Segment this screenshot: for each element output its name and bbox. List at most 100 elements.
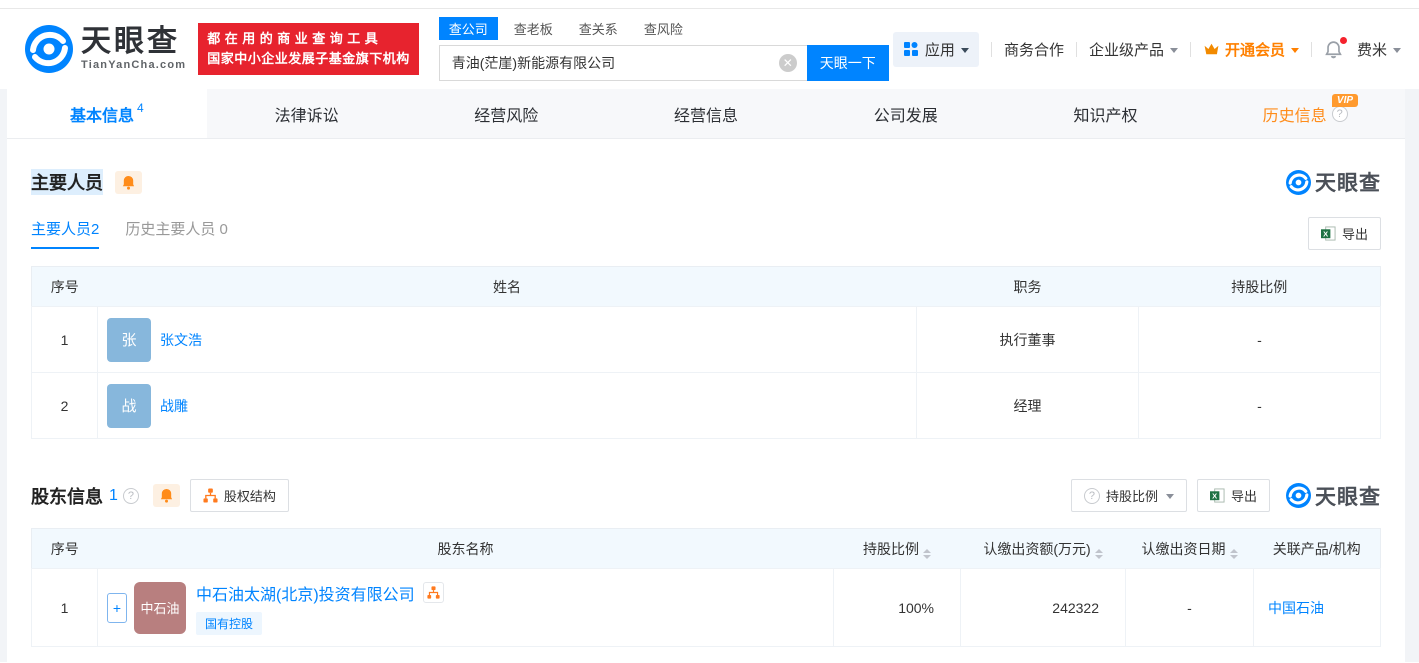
tab-label: 历史信息 bbox=[1262, 107, 1327, 125]
shareholders-table-header: 序号 股东名称 持股比例 认缴出资额(万元) 认缴出资日期 关联产品/机构 bbox=[31, 528, 1381, 569]
apps-label: 应用 bbox=[924, 41, 955, 59]
shareholder-text: 中石油太湖(北京)投资有限公司 国有控股 bbox=[196, 581, 444, 635]
eye-logo-icon bbox=[25, 25, 73, 73]
tab-basic-info[interactable]: 基本信息 4 bbox=[7, 89, 207, 138]
tab-company-development[interactable]: 公司发展 bbox=[806, 89, 1006, 138]
notification-dot bbox=[1339, 36, 1347, 44]
apps-menu[interactable]: 应用 bbox=[892, 31, 979, 67]
shareholder-date: - bbox=[1125, 568, 1254, 647]
logo-domain: TianYanCha.com bbox=[81, 59, 187, 71]
org-chart-icon bbox=[203, 488, 218, 503]
chevron-down-icon bbox=[1290, 47, 1299, 53]
separator bbox=[1189, 41, 1191, 57]
shareholder-amount: 242322 bbox=[960, 568, 1126, 647]
clear-icon[interactable]: ✕ bbox=[778, 54, 797, 72]
avatar: 中石油 bbox=[134, 581, 186, 634]
members-export-button[interactable]: X 导出 bbox=[1307, 217, 1381, 250]
col-amount-sortable[interactable]: 认缴出资额(万元) bbox=[960, 528, 1126, 569]
enterprise-label: 企业级产品 bbox=[1088, 41, 1164, 59]
members-subscribe-bell[interactable] bbox=[115, 170, 142, 194]
notifications-bell[interactable] bbox=[1324, 36, 1347, 59]
col-label: 认缴出资额(万元) bbox=[983, 540, 1091, 557]
tab-intellectual-property[interactable]: 知识产权 bbox=[1006, 89, 1206, 138]
col-name: 姓名 bbox=[97, 266, 917, 307]
tab-label: 法律诉讼 bbox=[274, 107, 339, 125]
state-owned-tag: 国有控股 bbox=[196, 611, 263, 635]
row-no: 2 bbox=[31, 372, 98, 439]
equity-structure-mini-button[interactable] bbox=[422, 582, 444, 603]
equity-structure-button[interactable]: 股权结构 bbox=[189, 479, 289, 512]
person-name-link[interactable]: 张文浩 bbox=[160, 330, 202, 350]
subtab-label: 主要人员 bbox=[31, 221, 92, 238]
export-label: 导出 bbox=[1341, 227, 1368, 242]
bell-icon bbox=[160, 488, 173, 503]
members-title-row: 主要人员 天眼查 bbox=[31, 167, 1381, 197]
related-product-cell: 中国石油 bbox=[1253, 568, 1381, 647]
col-related: 关联产品/机构 bbox=[1253, 528, 1381, 569]
nav-vip-upgrade[interactable]: 开通会员 bbox=[1203, 39, 1299, 60]
export-label: 导出 bbox=[1230, 489, 1257, 504]
tab-label: 公司发展 bbox=[873, 107, 938, 125]
ratio-dropdown-button[interactable]: ? 持股比例 bbox=[1070, 479, 1187, 512]
tab-operating-info[interactable]: 经营信息 bbox=[606, 89, 806, 138]
subtab-count: 2 bbox=[91, 221, 100, 238]
shareholder-name-link[interactable]: 中石油太湖(北京)投资有限公司 bbox=[196, 581, 415, 605]
row-no: 1 bbox=[31, 568, 98, 647]
table-row: 1 + 中石油 中石油太湖(北京)投资有限公司 国有控股 100% 242322… bbox=[31, 568, 1381, 647]
chevron-down-icon bbox=[960, 47, 969, 53]
subtab-count: 0 bbox=[219, 221, 228, 238]
structure-label: 股权结构 bbox=[223, 489, 276, 504]
help-icon[interactable]: ? bbox=[1331, 105, 1348, 122]
svg-text:X: X bbox=[1323, 229, 1328, 238]
tianyancha-logo[interactable]: 天眼查 TianYanCha.com bbox=[25, 25, 186, 73]
search-tab-company[interactable]: 查公司 bbox=[438, 17, 498, 40]
shareholders-export-button[interactable]: X 导出 bbox=[1196, 479, 1270, 512]
search-tabs: 查公司 查老板 查关系 查风险 bbox=[438, 17, 889, 40]
help-icon[interactable]: ? bbox=[122, 487, 139, 504]
members-table-header: 序号 姓名 职务 持股比例 bbox=[31, 266, 1381, 307]
tab-history-info[interactable]: VIP 历史信息 ? bbox=[1205, 89, 1405, 138]
separator bbox=[1075, 41, 1077, 57]
col-ratio-sortable[interactable]: 持股比例 bbox=[833, 528, 961, 569]
search-input[interactable] bbox=[438, 45, 807, 81]
sort-icon bbox=[923, 548, 931, 559]
row-no: 1 bbox=[31, 306, 98, 373]
col-position: 职务 bbox=[916, 266, 1139, 307]
avatar: 张 bbox=[107, 317, 151, 362]
search-button[interactable]: 天眼一下 bbox=[806, 45, 889, 81]
org-chart-icon bbox=[427, 586, 440, 599]
search-tab-relation[interactable]: 查关系 bbox=[579, 17, 618, 40]
logo-text: 天眼查 TianYanCha.com bbox=[81, 27, 187, 72]
related-product-link[interactable]: 中国石油 bbox=[1268, 600, 1324, 616]
person-ratio: - bbox=[1138, 306, 1381, 373]
expand-button[interactable]: + bbox=[107, 592, 127, 623]
crown-icon bbox=[1204, 43, 1219, 54]
slogan-line1: 都在用的商业查询工具 bbox=[207, 31, 383, 46]
separator bbox=[990, 41, 992, 57]
tab-operating-risk[interactable]: 经营风险 bbox=[406, 89, 606, 138]
shareholders-actions: ? 持股比例 X 导出 天眼查 bbox=[1061, 479, 1381, 512]
chevron-down-icon bbox=[1393, 47, 1401, 53]
site-header: 天眼查 TianYanCha.com 都在用的商业查询工具 国家中小企业发展子基… bbox=[0, 9, 1419, 89]
search-tab-boss[interactable]: 查老板 bbox=[514, 17, 553, 40]
excel-icon: X bbox=[1320, 226, 1336, 241]
tianyancha-watermark: 天眼查 bbox=[1286, 167, 1381, 197]
content-card: 基本信息 4 法律诉讼 经营风险 经营信息 公司发展 知识产权 VIP 历史信息… bbox=[7, 89, 1405, 662]
col-date-sortable[interactable]: 认缴出资日期 bbox=[1125, 528, 1254, 569]
search-tab-risk[interactable]: 查风险 bbox=[644, 17, 683, 40]
tab-legal[interactable]: 法律诉讼 bbox=[207, 89, 407, 138]
nav-enterprise[interactable]: 企业级产品 bbox=[1089, 39, 1178, 60]
user-menu[interactable]: 费米 bbox=[1357, 39, 1401, 60]
chevron-down-icon bbox=[1169, 47, 1178, 53]
shareholders-subscribe-bell[interactable] bbox=[152, 484, 180, 507]
excel-icon: X bbox=[1209, 488, 1225, 503]
person-name-link[interactable]: 战雕 bbox=[160, 396, 188, 416]
col-no: 序号 bbox=[31, 266, 98, 307]
watermark-text: 天眼查 bbox=[1315, 485, 1381, 509]
subtab-current-members[interactable]: 主要人员2 bbox=[31, 218, 100, 249]
shareholders-title-row: 股东信息 1 ? 股权结构 ? 持股比例 X 导出 天眼查 bbox=[31, 479, 1381, 512]
nav-cooperation[interactable]: 商务合作 bbox=[1004, 39, 1064, 60]
col-label: 认缴出资日期 bbox=[1141, 540, 1226, 557]
col-no: 序号 bbox=[31, 528, 98, 569]
subtab-history-members[interactable]: 历史主要人员 0 bbox=[125, 218, 228, 249]
